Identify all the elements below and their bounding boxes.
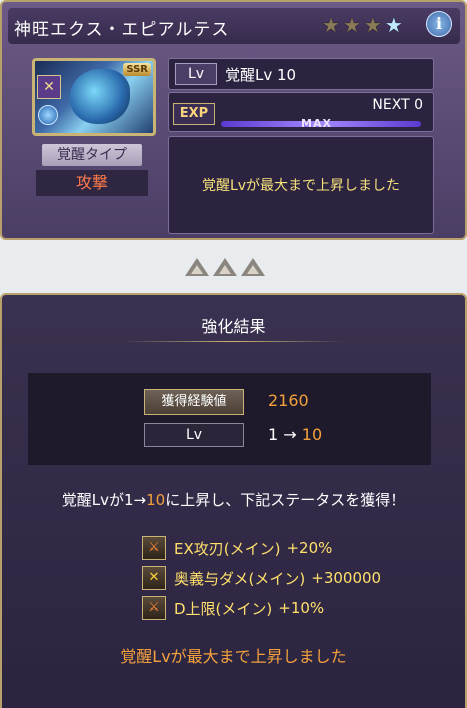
bonus-value: +10% bbox=[278, 599, 325, 617]
character-panel: 神旺エクス・エピアルテス ★ ★ ★ ★ i ✕ SSR 覚醒タイプ 攻撃 Lv… bbox=[0, 0, 467, 240]
sword-up-icon: ⚔ bbox=[142, 536, 166, 560]
next-exp-text: NEXT 0 bbox=[372, 97, 423, 113]
character-name: 神旺エクス・エピアルテス bbox=[14, 20, 230, 40]
lv-from: 1 bbox=[268, 425, 279, 444]
lv-arrow: → bbox=[283, 425, 297, 444]
character-portrait[interactable]: ✕ SSR bbox=[32, 58, 156, 136]
summary-suffix: に上昇し、下記ステータスを獲得！ bbox=[165, 491, 406, 509]
bonus-name: 奥義与ダメ(メイン) bbox=[174, 569, 306, 588]
bonus-item: ⚔ EX攻刃(メイン) +20% bbox=[142, 533, 381, 563]
gained-exp-value: 2160 bbox=[268, 391, 309, 410]
bonus-item: ⚔ D上限(メイン) +10% bbox=[142, 593, 381, 623]
awaken-type-value: 攻撃 bbox=[36, 170, 148, 196]
level-up-arrows bbox=[184, 256, 266, 278]
sword-up-icon: ⚔ bbox=[142, 596, 166, 620]
bonus-value: +300000 bbox=[311, 569, 382, 587]
exp-box: EXP NEXT 0 MAX bbox=[168, 92, 434, 132]
awaken-level-text: 覚醒Lv 10 bbox=[225, 66, 297, 84]
exp-tag: EXP bbox=[173, 103, 215, 125]
crossed-swords-icon: ✕ bbox=[142, 566, 166, 590]
star-icon: ★ bbox=[322, 13, 340, 37]
lv-label: Lv bbox=[144, 423, 244, 447]
attack-type-icon: ✕ bbox=[37, 75, 61, 99]
stats-box: 獲得経験値 2160 Lv 1 → 10 bbox=[28, 373, 431, 465]
max-level-message: 覚醒Lvが最大まで上昇しました bbox=[201, 178, 401, 194]
title-bar: 神旺エクス・エピアルテス ★ ★ ★ ★ i bbox=[8, 8, 460, 44]
arrow-up-icon bbox=[212, 256, 238, 278]
star-rating: ★ ★ ★ ★ bbox=[322, 15, 403, 35]
info-icon[interactable]: i bbox=[426, 11, 452, 37]
lv-change: 1 → 10 bbox=[268, 425, 322, 444]
star-lit-icon: ★ bbox=[384, 13, 403, 37]
exp-max-label: MAX bbox=[301, 117, 332, 130]
title-divider bbox=[122, 341, 345, 342]
summary-prefix: 覚醒Lvが1→ bbox=[61, 491, 147, 509]
level-box: Lv 覚醒Lv 10 bbox=[168, 58, 434, 90]
bonus-list: ⚔ EX攻刃(メイン) +20% ✕ 奥義与ダメ(メイン) +300000 ⚔ … bbox=[142, 533, 381, 623]
character-art bbox=[70, 69, 130, 124]
gained-exp-label: 獲得経験値 bbox=[144, 389, 244, 415]
level-tag: Lv bbox=[175, 63, 217, 85]
final-message: 覚醒Lvが最大まで上昇しました bbox=[120, 647, 347, 666]
star-icon: ★ bbox=[342, 13, 361, 37]
lv-to: 10 bbox=[301, 425, 323, 444]
result-panel: 強化結果 獲得経験値 2160 Lv 1 → 10 覚醒Lvが1→10に上昇し、… bbox=[0, 293, 467, 708]
star-icon: ★ bbox=[363, 13, 382, 37]
message-box: 覚醒Lvが最大まで上昇しました bbox=[168, 136, 434, 234]
bonus-value: +20% bbox=[286, 539, 333, 557]
result-title: 強化結果 bbox=[201, 317, 266, 336]
bonus-name: EX攻刃(メイン) bbox=[174, 539, 281, 558]
summary-text: 覚醒Lvが1→10に上昇し、下記ステータスを獲得！ bbox=[2, 489, 465, 510]
arrow-up-icon bbox=[240, 256, 266, 278]
bonus-name: D上限(メイン) bbox=[174, 599, 273, 618]
water-element-icon bbox=[38, 105, 58, 125]
arrow-up-icon bbox=[184, 256, 210, 278]
bonus-item: ✕ 奥義与ダメ(メイン) +300000 bbox=[142, 563, 381, 593]
summary-level: 10 bbox=[146, 491, 166, 509]
awaken-type-label: 覚醒タイプ bbox=[42, 144, 142, 166]
rarity-badge: SSR bbox=[123, 63, 151, 76]
